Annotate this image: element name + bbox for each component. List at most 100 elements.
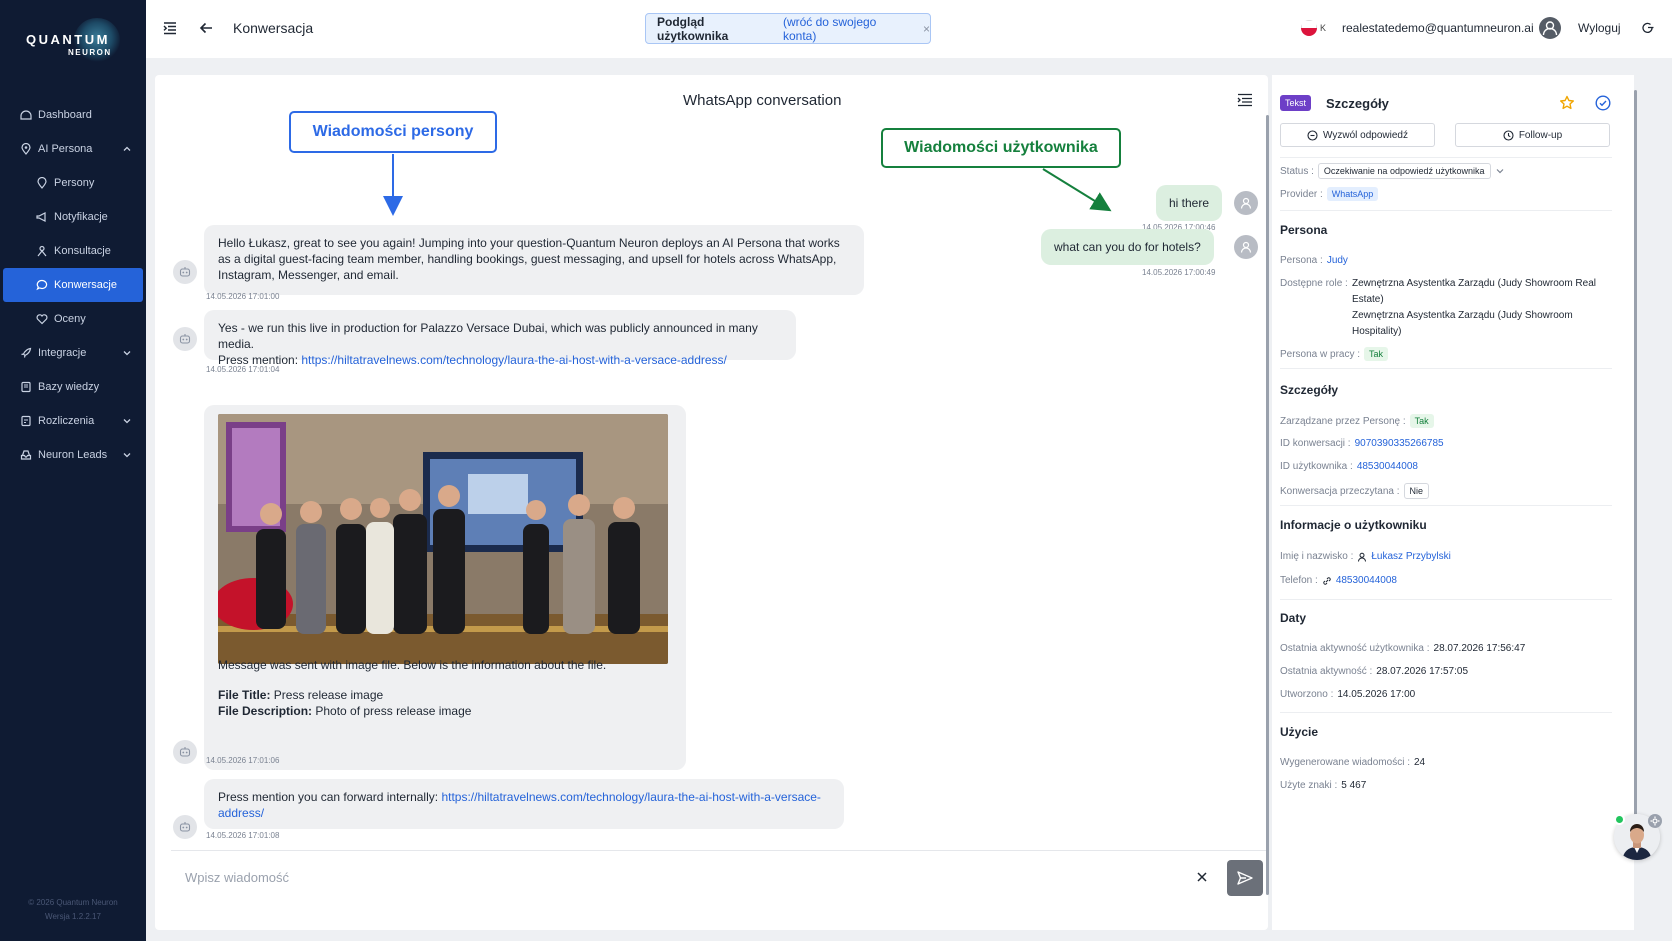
last-activity-value: 28.07.2026 17:57:05	[1376, 666, 1469, 677]
conversation-id-link[interactable]: 9070390335266785	[1355, 438, 1444, 449]
close-preview-icon[interactable]: ×	[923, 22, 930, 36]
last-user-activity-row: Ostatnia aktywność użytkownika : 28.07.2…	[1280, 643, 1525, 654]
phone-link[interactable]: 48530044008	[1336, 575, 1397, 586]
logout-link[interactable]: Wyloguj	[1578, 21, 1621, 35]
page-title: Konwersacja	[233, 20, 314, 36]
follow-up-button[interactable]: Follow-up	[1455, 123, 1610, 147]
user-id-label: ID użytkownika :	[1280, 461, 1353, 472]
message-timestamp: 14.05.2026 17:00:49	[1142, 268, 1216, 277]
sidebar-item-bazy-wiedzy[interactable]: Bazy wiedzy	[0, 370, 146, 404]
user-avatar[interactable]	[1539, 17, 1561, 39]
send-button[interactable]	[1227, 860, 1263, 896]
megaphone-icon	[36, 212, 46, 222]
status-value-select[interactable]: Oczekiwanie na odpowiedź użytkownika	[1317, 163, 1491, 179]
sidebar-item-notyfikacje[interactable]: Notyfikacje	[0, 200, 146, 234]
star-icon[interactable]	[1559, 95, 1575, 111]
bot-icon	[179, 822, 191, 832]
persona-link[interactable]: Judy	[1327, 255, 1348, 266]
brand-logo[interactable]: QUANTUM NEURON	[26, 18, 122, 62]
sidebar-item-label: Notyfikacje	[54, 211, 108, 223]
settings-badge-icon[interactable]	[1648, 814, 1662, 828]
sidebar-item-label: Persony	[54, 177, 95, 189]
provider-badge: WhatsApp	[1326, 187, 1379, 201]
sidebar-item-konsultacje[interactable]: Konsultacje	[0, 234, 146, 268]
clear-icon[interactable]	[1195, 870, 1209, 884]
message-type-tag: Tekst	[1280, 95, 1312, 111]
sidebar-item-label: Dashboard	[38, 109, 92, 121]
chevron-down-icon[interactable]	[1495, 166, 1505, 176]
user-id-link[interactable]: 48530044008	[1357, 461, 1418, 472]
persona-working-row: Persona w pracy : Tak	[1280, 347, 1389, 361]
persona-message-bubble: Yes - we run this live in production for…	[204, 310, 796, 367]
persona-section-heading: Persona	[1280, 223, 1328, 237]
sidebar-nav: Dashboard AI Persona Persony Notyfikacje…	[0, 98, 146, 472]
name-label: Imię i nazwisko :	[1280, 551, 1354, 562]
user-message-bubble: hi there	[1156, 185, 1223, 221]
sidebar-item-rozliczenia[interactable]: Rozliczenia	[0, 404, 146, 438]
persona-message-bubble: Hello Łukasz, great to see you again! Ju…	[204, 225, 864, 295]
chat-scrollbar[interactable]	[1266, 115, 1269, 895]
logout-label: Wyloguj	[1578, 21, 1621, 35]
sidebar-item-label: Integracje	[38, 347, 87, 359]
sidebar-item-oceny[interactable]: Oceny	[0, 302, 146, 336]
created-value: 14.05.2026 17:00	[1337, 689, 1416, 700]
dates-section-heading: Daty	[1280, 611, 1307, 625]
details-section-heading: Szczegóły	[1280, 383, 1339, 397]
sidebar-item-konwersacje[interactable]: Konwersacje	[3, 268, 143, 302]
user-email: realestatedemo@quantumneuron.ai	[1342, 21, 1534, 35]
link-icon	[1323, 576, 1331, 585]
conversation-id-row: ID konwersacji : 9070390335266785	[1280, 438, 1444, 449]
bot-icon	[179, 334, 191, 344]
message-input[interactable]	[171, 851, 1161, 903]
back-arrow-icon[interactable]	[198, 20, 214, 36]
used-chars-value: 5 467	[1341, 780, 1367, 791]
menu-collapse-icon[interactable]	[162, 20, 178, 36]
last-user-activity-label: Ostatnia aktywność użytkownika :	[1280, 643, 1430, 654]
managed-badge: Tak	[1409, 414, 1434, 428]
persona-working-badge: Tak	[1364, 347, 1389, 361]
user-message-text: what can you do for hotels?	[1054, 240, 1201, 254]
message-composer	[171, 850, 1266, 903]
chevron-down-icon	[123, 419, 131, 424]
trigger-response-label: Wyzwól odpowiedź	[1323, 129, 1408, 141]
return-to-account-link[interactable]: (wróć do swojego konta)	[783, 15, 913, 43]
sidebar-item-integracje[interactable]: Integracje	[0, 336, 146, 370]
sidebar-item-ai-persona[interactable]: AI Persona	[0, 132, 146, 166]
logout-icon[interactable]	[1641, 21, 1654, 34]
phone-label: Telefon :	[1280, 575, 1318, 586]
message-timestamp: 14.05.2026 17:01:00	[206, 292, 280, 301]
location-icon	[21, 143, 31, 155]
user-name-link[interactable]: Łukasz Przybylski	[1371, 551, 1450, 562]
sidebar-item-neuron-leads[interactable]: Neuron Leads	[0, 438, 146, 472]
divider	[1280, 505, 1612, 506]
trigger-icon	[1307, 129, 1318, 141]
user-message-avatar	[1234, 235, 1258, 259]
chat-panel: WhatsApp conversation Wiadomości persony…	[155, 75, 1268, 930]
rocket-icon	[21, 347, 32, 358]
chevron-down-icon	[123, 351, 131, 356]
check-circle-icon[interactable]	[1595, 95, 1611, 111]
heart-icon	[36, 314, 48, 325]
sidebar-item-dashboard[interactable]: Dashboard	[0, 98, 146, 132]
press-release-photo[interactable]	[218, 414, 668, 664]
sidebar-item-persony[interactable]: Persony	[0, 166, 146, 200]
list-menu-icon[interactable]	[1237, 93, 1253, 107]
version-text: Wersja 1.2.2.17	[45, 912, 101, 921]
file-info-note: Message was sent with image file. Below …	[218, 658, 607, 672]
role-item: Zewnętrzna Asystentka Zarządu (Judy Show…	[1352, 278, 1596, 305]
trigger-response-button[interactable]: Wyzwól odpowiedź	[1280, 123, 1435, 147]
conversation-title: WhatsApp conversation	[683, 92, 842, 109]
poland-flag-icon[interactable]	[1301, 20, 1317, 36]
divider	[1280, 157, 1612, 158]
sidebar-item-label: Oceny	[54, 313, 86, 325]
details-title: Szczegóły	[1326, 96, 1389, 111]
role-item: Zewnętrzna Asystentka Zarządu (Judy Show…	[1352, 310, 1573, 337]
press-mention-link[interactable]: https://hiltatravelnews.com/technology/l…	[301, 353, 727, 367]
sidebar-item-label: Rozliczenia	[38, 415, 95, 427]
top-bar: Konwersacja Podgląd użytkownika (wróć do…	[146, 0, 1672, 58]
details-scrollbar[interactable]	[1634, 90, 1637, 860]
divider	[1280, 210, 1612, 211]
persona-image-message-bubble: Message was sent with image file. Below …	[204, 405, 686, 770]
used-chars-row: Użyte znaki : 5 467	[1280, 780, 1366, 791]
sidebar: QUANTUM NEURON Dashboard AI Persona Pers…	[0, 0, 146, 941]
